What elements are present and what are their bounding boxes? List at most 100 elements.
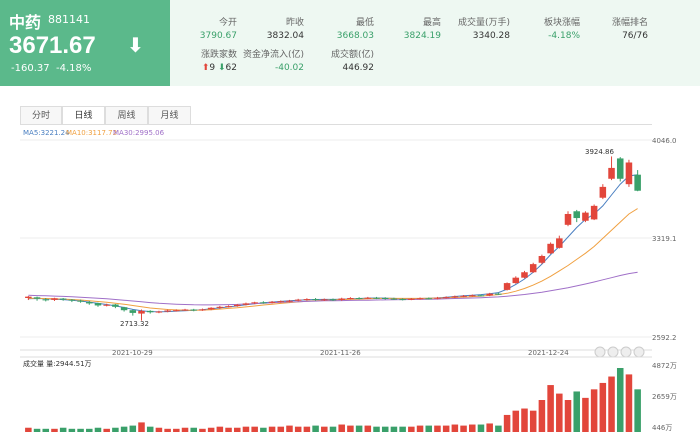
down-arrow-icon: ⬇ (127, 33, 144, 57)
price-label-top: 4046.0 (652, 137, 677, 145)
candle-body (512, 277, 520, 284)
candle-body (59, 298, 67, 300)
volume-bar (408, 426, 415, 432)
candle-body (42, 299, 50, 301)
candle-body (381, 298, 389, 300)
stock-code: 881141 (48, 13, 90, 26)
candle-body (251, 302, 258, 304)
candle (608, 156, 615, 181)
moving-averages (28, 174, 638, 313)
candle-body (86, 302, 93, 304)
candle-body (120, 307, 128, 311)
volume-bar (486, 423, 493, 432)
candle (59, 298, 67, 301)
volume-bar (68, 428, 76, 432)
volume-bar (59, 427, 67, 432)
volume-bar (399, 426, 406, 432)
candle-body (616, 158, 624, 179)
candle-body (503, 283, 511, 290)
candle-body (564, 213, 572, 225)
candle-body (582, 212, 589, 221)
volume-bar (573, 391, 580, 432)
zoom-left-icon[interactable] (594, 346, 606, 358)
date-label-3: 2021-12-24 (528, 349, 569, 357)
candle-body (260, 302, 267, 304)
candle-body (399, 299, 406, 301)
volume-bar (625, 374, 633, 432)
volume-bar (495, 425, 502, 432)
legend-ma30: MA30:2995.06 (113, 129, 165, 137)
candle-body (216, 306, 224, 308)
volume-bar (199, 428, 206, 432)
volume-bar (564, 400, 572, 432)
volume-bar (364, 425, 372, 432)
candle-body (94, 303, 102, 306)
candle-body (329, 299, 337, 301)
volume-label-mid: 2659万 (652, 393, 677, 401)
stock-name: 中药 (9, 13, 42, 32)
candle-body (103, 304, 110, 306)
volume-legend: 成交量 量:2944.51万 (23, 359, 92, 368)
candle-body (51, 298, 58, 300)
zoom-out-icon[interactable] (620, 346, 632, 358)
volume-bar (181, 427, 189, 432)
candle-body (469, 295, 476, 297)
candle-body (590, 205, 598, 220)
candle (564, 211, 572, 227)
volume-bar (512, 410, 520, 432)
volume-bar (146, 426, 154, 432)
volume-bar (347, 425, 354, 432)
volume-bar (129, 425, 137, 432)
candle-body (364, 297, 372, 299)
volume-label-top: 4872万 (652, 362, 677, 370)
tab-weekly[interactable]: 周线 (105, 106, 148, 125)
candle-body (451, 296, 459, 298)
candle (590, 204, 598, 221)
candle-body (277, 301, 285, 303)
volume-bar (521, 408, 528, 432)
zoom-right-icon[interactable] (633, 346, 645, 358)
legend-ma10: MA10:3117.72 (66, 129, 117, 137)
candle-body (634, 174, 641, 191)
volume-bar (233, 427, 241, 432)
zoom-in-icon[interactable] (607, 346, 619, 358)
volume-bar (33, 428, 41, 432)
volume-bar (286, 425, 293, 432)
candle-body (599, 186, 607, 198)
high-annotation: 3924.86 (585, 148, 614, 156)
candle-body (521, 272, 528, 278)
candle (503, 282, 511, 291)
volume-bar (434, 425, 441, 432)
date-label-1: 2021-10-29 (112, 349, 153, 357)
price-change: -160.37 (11, 63, 50, 74)
volume-bar (451, 424, 459, 432)
kline-panel: 分时 日线 周线 月线 MA5:3221.24 MA10:3117.72 MA3… (20, 106, 677, 436)
candle-body (207, 307, 215, 310)
candle-body (173, 310, 180, 312)
candle-body (434, 297, 441, 299)
candle (599, 184, 607, 200)
volume-bar (381, 426, 389, 432)
candle-body (233, 304, 241, 307)
candle (573, 209, 580, 223)
candle (25, 295, 32, 301)
volume-bar (477, 424, 485, 432)
volume-bar (242, 426, 250, 432)
candle-body (303, 299, 311, 301)
tab-monthly[interactable]: 月线 (148, 106, 191, 125)
tab-daily[interactable]: 日线 (62, 106, 105, 125)
volume-bars (25, 368, 641, 432)
last-price: 3671.67 (9, 32, 96, 59)
quote-header: 中药 881141 3671.67 ⬇ -160.37 -4.18% 今开 37… (0, 0, 700, 86)
volume-bar (120, 426, 128, 432)
volume-bar (138, 422, 145, 432)
candle (625, 159, 633, 187)
candle-body (408, 298, 415, 300)
candle (582, 211, 589, 223)
kline-chart: MA5:3221.24 MA10:3117.72 MA30:2995.06 40… (20, 129, 677, 432)
tab-intraday[interactable]: 分时 (20, 106, 62, 125)
candle (120, 306, 128, 312)
candle-body (138, 310, 145, 314)
candle (138, 309, 145, 321)
volume-bar (425, 425, 433, 432)
